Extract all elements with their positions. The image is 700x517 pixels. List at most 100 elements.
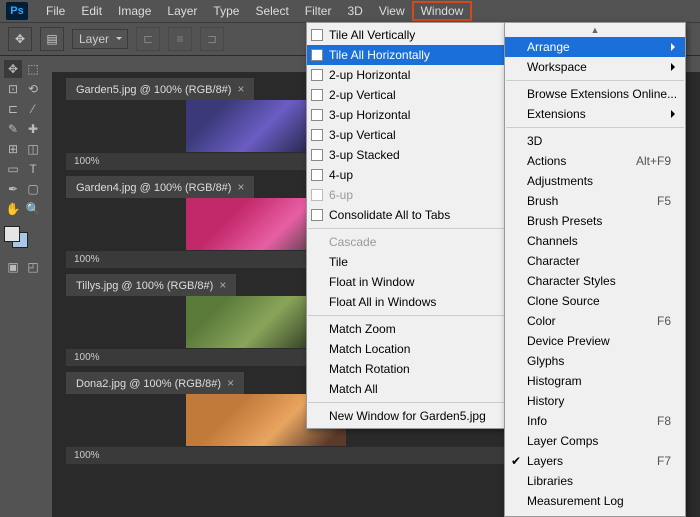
window-3d[interactable]: 3D: [505, 131, 685, 151]
arrange-4-up[interactable]: 4-up: [307, 165, 505, 185]
menu-type[interactable]: Type: [205, 2, 247, 20]
menu-3d[interactable]: 3D: [339, 2, 370, 20]
layout-icon: [311, 69, 323, 81]
menu-item-label: Float All in Windows: [329, 295, 436, 309]
crop-tool-icon[interactable]: ⊏: [4, 100, 22, 118]
arrange-new-window-for-garden5-jpg[interactable]: New Window for Garden5.jpg: [307, 406, 505, 426]
zoom-tool-icon[interactable]: 🔍: [24, 200, 42, 218]
window-arrange[interactable]: Arrange: [505, 37, 685, 57]
window-modifier-keys[interactable]: Modifier Keys: [505, 511, 685, 517]
arrange-tile[interactable]: Tile: [307, 252, 505, 272]
arrange-float-all-in-windows[interactable]: Float All in Windows: [307, 292, 505, 312]
window-character-styles[interactable]: Character Styles: [505, 271, 685, 291]
document-tab[interactable]: Garden5.jpg @ 100% (RGB/8#)×: [66, 78, 254, 100]
window-extensions[interactable]: Extensions: [505, 104, 685, 124]
document-tab[interactable]: Tillys.jpg @ 100% (RGB/8#)×: [66, 274, 236, 296]
window-layers[interactable]: ✔LayersF7: [505, 451, 685, 471]
document-tab[interactable]: Dona2.jpg @ 100% (RGB/8#)×: [66, 372, 244, 394]
align-left-icon[interactable]: ⊏: [136, 27, 160, 51]
menu-item-label: Color: [527, 314, 556, 328]
window-adjustments[interactable]: Adjustments: [505, 171, 685, 191]
menu-item-label: 2-up Horizontal: [329, 68, 410, 82]
menu-view[interactable]: View: [371, 2, 413, 20]
move-tool-icon[interactable]: ✥: [4, 60, 22, 78]
menu-item-label: Float in Window: [329, 275, 414, 289]
menu-item-label: Brush: [527, 194, 558, 208]
window-brush-presets[interactable]: Brush Presets: [505, 211, 685, 231]
menu-edit[interactable]: Edit: [73, 2, 110, 20]
window-layer-comps[interactable]: Layer Comps: [505, 431, 685, 451]
eyedrop-tool-icon[interactable]: ⁄: [24, 100, 42, 118]
select-tool-icon[interactable]: ⬚: [24, 60, 42, 78]
screenmode-icon[interactable]: ◰: [24, 258, 42, 276]
window-actions[interactable]: ActionsAlt+F9: [505, 151, 685, 171]
menu-filter[interactable]: Filter: [297, 2, 340, 20]
arrange-3-up-horizontal[interactable]: 3-up Horizontal: [307, 105, 505, 125]
quickmask-icon[interactable]: ▣: [4, 258, 22, 276]
menu-item-label: Character: [527, 254, 580, 268]
window-histogram[interactable]: Histogram: [505, 371, 685, 391]
marquee-tool-icon[interactable]: ⊡: [4, 80, 22, 98]
window-clone-source[interactable]: Clone Source: [505, 291, 685, 311]
arrange-match-location[interactable]: Match Location: [307, 339, 505, 359]
menu-item-label: Layer Comps: [527, 434, 598, 448]
window-info[interactable]: InfoF8: [505, 411, 685, 431]
window-character[interactable]: Character: [505, 251, 685, 271]
close-icon[interactable]: ×: [227, 376, 234, 390]
close-icon[interactable]: ×: [237, 82, 244, 96]
pen-tool-icon[interactable]: ✒: [4, 180, 22, 198]
lasso-tool-icon[interactable]: ⟲: [24, 80, 42, 98]
window-color[interactable]: ColorF6: [505, 311, 685, 331]
layer-dropdown[interactable]: Layer: [72, 29, 128, 49]
arrange-match-rotation[interactable]: Match Rotation: [307, 359, 505, 379]
menu-item-label: 3-up Stacked: [329, 148, 400, 162]
arrange-3-up-stacked[interactable]: 3-up Stacked: [307, 145, 505, 165]
type-tool-icon[interactable]: T: [24, 160, 42, 178]
shape-tool-icon[interactable]: ▢: [24, 180, 42, 198]
arrange-2-up-horizontal[interactable]: 2-up Horizontal: [307, 65, 505, 85]
shortcut-label: F7: [657, 454, 671, 468]
arrange-tile-all-horizontally[interactable]: Tile All Horizontally: [307, 45, 505, 65]
stamp-tool-icon[interactable]: ⊞: [4, 140, 22, 158]
grad-tool-icon[interactable]: ▭: [4, 160, 22, 178]
window-brush[interactable]: BrushF5: [505, 191, 685, 211]
layers-icon[interactable]: ▤: [40, 27, 64, 51]
close-icon[interactable]: ×: [219, 278, 226, 292]
window-channels[interactable]: Channels: [505, 231, 685, 251]
align-center-icon[interactable]: ≡: [168, 27, 192, 51]
menu-layer[interactable]: Layer: [159, 2, 205, 20]
arrange-consolidate-all-to-tabs[interactable]: Consolidate All to Tabs: [307, 205, 505, 225]
arrange-cascade: Cascade: [307, 232, 505, 252]
menu-item-label: History: [527, 394, 564, 408]
brush-tool-icon[interactable]: ✎: [4, 120, 22, 138]
heal-tool-icon[interactable]: ✚: [24, 120, 42, 138]
window-browse-extensions-online-[interactable]: Browse Extensions Online...: [505, 84, 685, 104]
eraser-tool-icon[interactable]: ◫: [24, 140, 42, 158]
window-device-preview[interactable]: Device Preview: [505, 331, 685, 351]
menu-image[interactable]: Image: [110, 2, 159, 20]
window-measurement-log[interactable]: Measurement Log: [505, 491, 685, 511]
menu-select[interactable]: Select: [247, 2, 296, 20]
arrange-2-up-vertical[interactable]: 2-up Vertical: [307, 85, 505, 105]
align-right-icon[interactable]: ⊐: [200, 27, 224, 51]
window-glyphs[interactable]: Glyphs: [505, 351, 685, 371]
move-tool-icon[interactable]: ✥: [8, 27, 32, 51]
menu-window[interactable]: Window: [413, 2, 472, 20]
menu-item-label: Match All: [329, 382, 378, 396]
window-history[interactable]: History: [505, 391, 685, 411]
arrange-float-in-window[interactable]: Float in Window: [307, 272, 505, 292]
menu-file[interactable]: File: [38, 2, 73, 20]
document-tab[interactable]: Garden4.jpg @ 100% (RGB/8#)×: [66, 176, 254, 198]
arrange-match-zoom[interactable]: Match Zoom: [307, 319, 505, 339]
arrange-match-all[interactable]: Match All: [307, 379, 505, 399]
window-workspace[interactable]: Workspace: [505, 57, 685, 77]
close-icon[interactable]: ×: [237, 180, 244, 194]
scroll-up-icon[interactable]: ▲: [505, 25, 685, 37]
arrange-3-up-vertical[interactable]: 3-up Vertical: [307, 125, 505, 145]
window-libraries[interactable]: Libraries: [505, 471, 685, 491]
hand-tool-icon[interactable]: ✋: [4, 200, 22, 218]
layout-icon: [311, 149, 323, 161]
arrange-tile-all-vertically[interactable]: Tile All Vertically: [307, 25, 505, 45]
fg-swatch[interactable]: [4, 226, 20, 242]
arrange-6-up: 6-up: [307, 185, 505, 205]
